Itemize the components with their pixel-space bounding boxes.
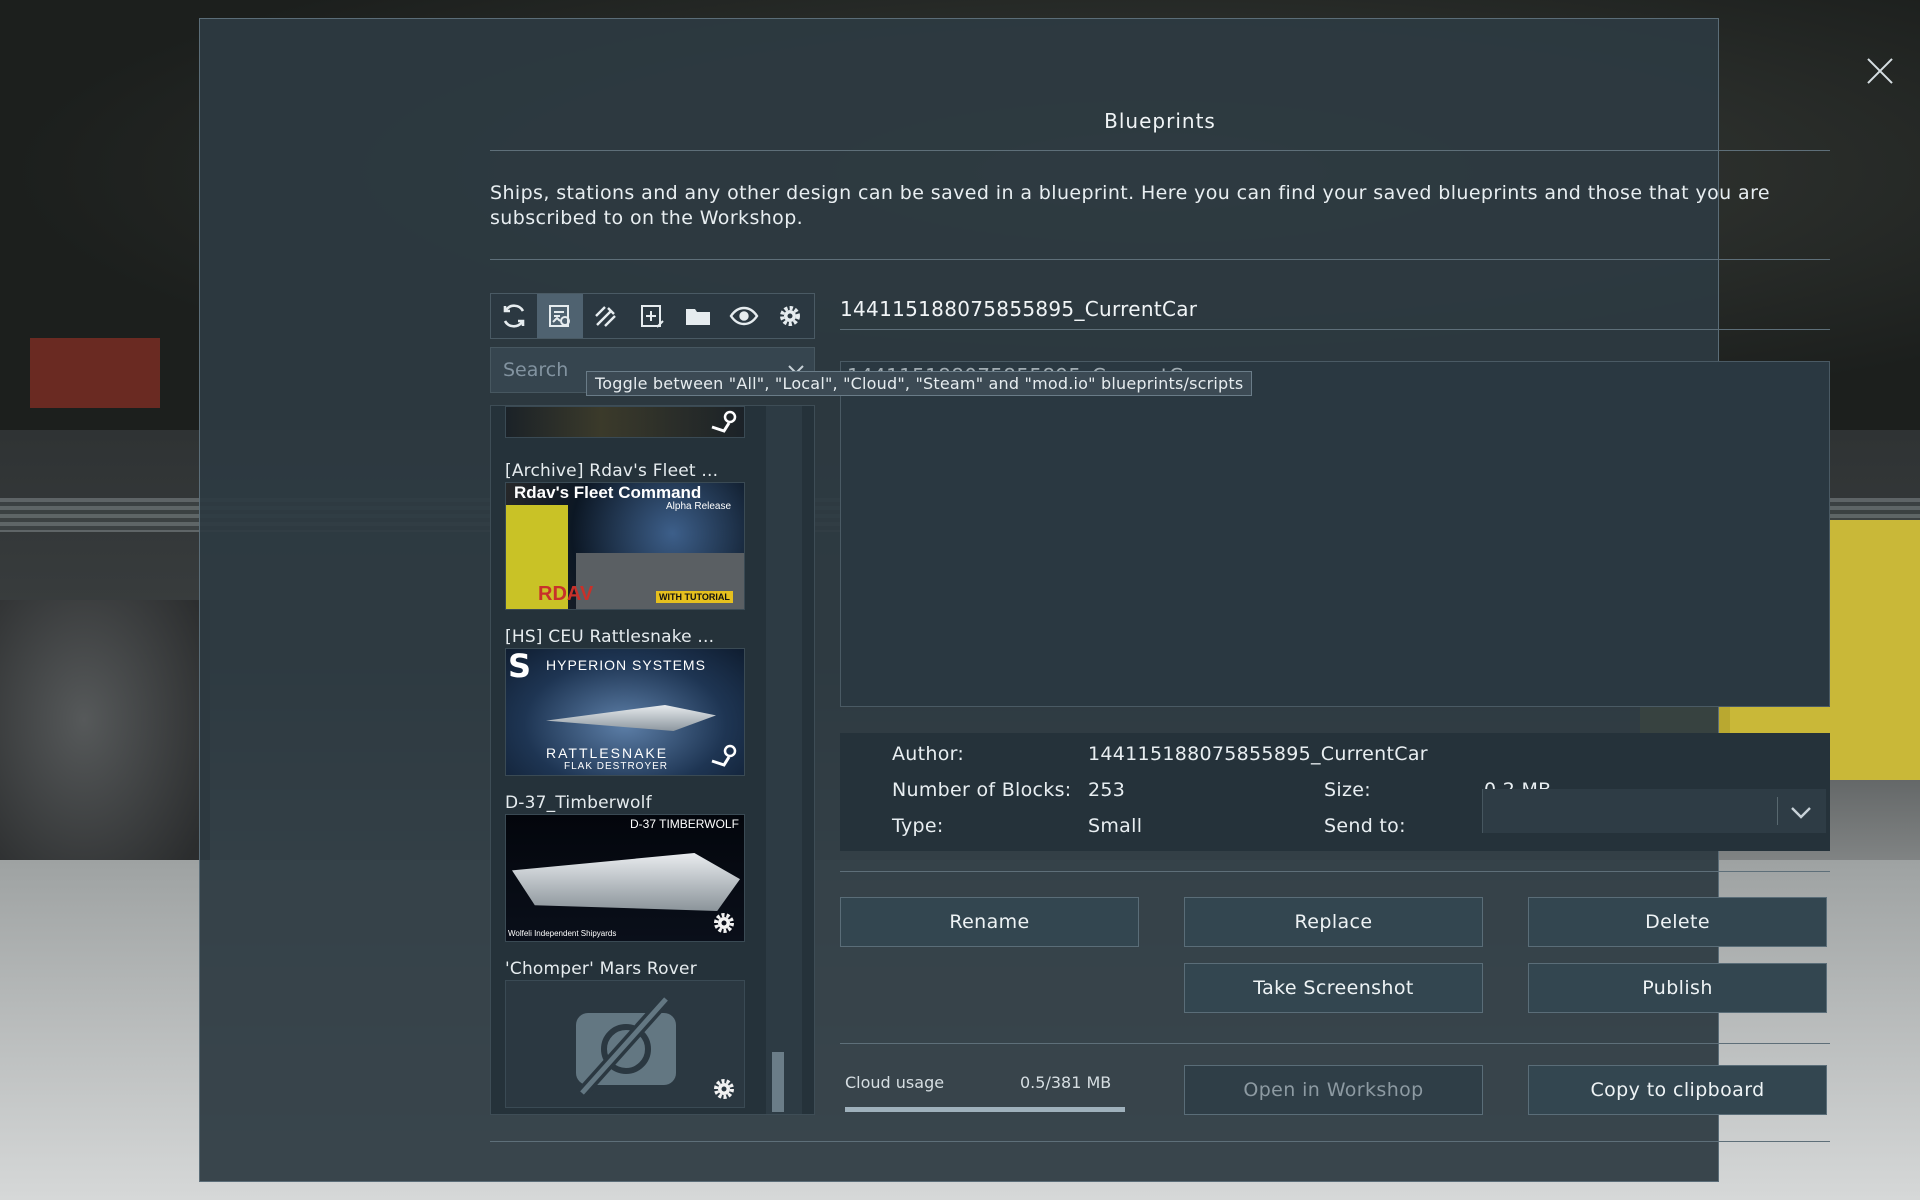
refresh-icon: [503, 304, 525, 328]
divider: [840, 1043, 1830, 1044]
visibility-button[interactable]: [721, 294, 767, 338]
blueprint-name: D-37_Timberwolf: [505, 793, 652, 813]
steam-icon: [711, 410, 737, 433]
delete-button[interactable]: Delete: [1528, 897, 1827, 947]
background-red-crate: [30, 338, 160, 408]
divider: [490, 259, 1830, 260]
cloud-usage-fill: [845, 1107, 1125, 1112]
toggle-source-button[interactable]: [537, 294, 583, 338]
divider: [840, 329, 1830, 330]
settings-button[interactable]: [767, 294, 813, 338]
edit-brush-icon: [595, 306, 616, 327]
divider: [490, 1141, 1830, 1142]
close-icon[interactable]: [1860, 51, 1900, 91]
dropdown-separator: [1777, 797, 1778, 825]
cloud-usage-bar: [845, 1107, 1125, 1112]
cloud-usage-label: Cloud usage: [845, 1073, 945, 1092]
sendto-label: Send to:: [1324, 815, 1406, 837]
blocks-label: Number of Blocks:: [892, 779, 1072, 801]
type-label: Type:: [892, 815, 944, 837]
blueprint-name: [HS] CEU Rattlesnake ...: [505, 627, 715, 647]
gear-icon: [714, 1079, 734, 1099]
background-machinery: [0, 600, 210, 900]
take-screenshot-button[interactable]: Take Screenshot: [1184, 963, 1483, 1013]
dialog-title: Blueprints: [1104, 109, 1216, 133]
edit-button[interactable]: [583, 294, 629, 338]
steam-icon: [711, 744, 737, 767]
divider: [840, 871, 1830, 872]
folder-icon: [686, 309, 710, 325]
tooltip: Toggle between "All", "Local", "Cloud", …: [586, 371, 1253, 396]
rename-button[interactable]: Rename: [840, 897, 1139, 947]
list-item[interactable]: D-37_Timberwolf D-37 TIMBERWOLF Wolfeli …: [505, 792, 747, 942]
blocks-value: 253: [1088, 779, 1126, 801]
blueprint-thumbnail: HYPERION SYSTEMS S RATTLESNAKE FLAK DEST…: [505, 648, 745, 776]
new-blueprint-button[interactable]: [629, 294, 675, 338]
gear-icon: [714, 913, 734, 933]
blueprint-info-panel: Author: 144115188075855895_CurrentCar Nu…: [840, 733, 1830, 851]
replace-button[interactable]: Replace: [1184, 897, 1483, 947]
divider: [490, 150, 1830, 151]
ship-silhouette: [512, 853, 740, 911]
list-scrollbar[interactable]: [766, 406, 802, 1114]
type-value: Small: [1088, 815, 1143, 837]
open-folder-button[interactable]: [675, 294, 721, 338]
new-blueprint-icon: [641, 305, 664, 328]
cloud-usage-value: 0.5/381 MB: [1020, 1073, 1112, 1092]
chevron-down-icon: [1791, 807, 1811, 819]
author-value: 144115188075855895_CurrentCar: [1088, 743, 1428, 765]
list-item[interactable]: [Archive] Rdav's Fleet ... Rdav's Fleet …: [505, 460, 747, 610]
dialog-description: Ships, stations and any other design can…: [490, 182, 1770, 229]
blueprint-filter-icon: [549, 305, 570, 327]
list-item[interactable]: 'Chomper' Mars Rover: [505, 958, 747, 1108]
blueprints-dialog: Blueprints Ships, stations and any other…: [199, 18, 1830, 1182]
open-in-workshop-button[interactable]: Open in Workshop: [1184, 1065, 1483, 1115]
cloud-usage: Cloud usage 0.5/381 MB: [840, 1069, 1130, 1117]
blueprint-toolbar: [490, 293, 815, 339]
sendto-dropdown[interactable]: [1482, 789, 1826, 833]
eye-icon: [729, 306, 759, 326]
list-item[interactable]: [HS] CEU Rattlesnake ... HYPERION SYSTEM…: [505, 626, 747, 776]
blueprint-description-box[interactable]: 144115188075855895_CurrentCar: [840, 361, 1830, 707]
blueprint-thumbnail: Rdav's Fleet Command Alpha Release RDAV …: [505, 482, 745, 610]
blueprint-name: 'Chomper' Mars Rover: [505, 959, 697, 979]
blueprint-thumbnail: [505, 406, 745, 438]
author-label: Author:: [892, 743, 965, 765]
blueprint-list: [Archive] Rdav's Fleet ... Rdav's Fleet …: [490, 405, 815, 1115]
selected-blueprint-name: 144115188075855895_CurrentCar: [840, 297, 1198, 321]
size-label: Size:: [1324, 779, 1371, 801]
ship-silhouette: [546, 705, 716, 731]
blueprint-thumbnail: D-37 TIMBERWOLF Wolfeli Independent Ship…: [505, 814, 745, 942]
refresh-button[interactable]: [491, 294, 537, 338]
blueprint-name: [Archive] Rdav's Fleet ...: [505, 461, 719, 481]
list-item[interactable]: [505, 406, 747, 438]
scrollbar-thumb[interactable]: [772, 1052, 784, 1112]
publish-button[interactable]: Publish: [1528, 963, 1827, 1013]
no-image-icon: [576, 995, 676, 1095]
hyperion-logo: S: [508, 648, 532, 685]
gear-icon: [780, 306, 800, 326]
blueprint-thumbnail: [505, 980, 745, 1108]
copy-to-clipboard-button[interactable]: Copy to clipboard: [1528, 1065, 1827, 1115]
